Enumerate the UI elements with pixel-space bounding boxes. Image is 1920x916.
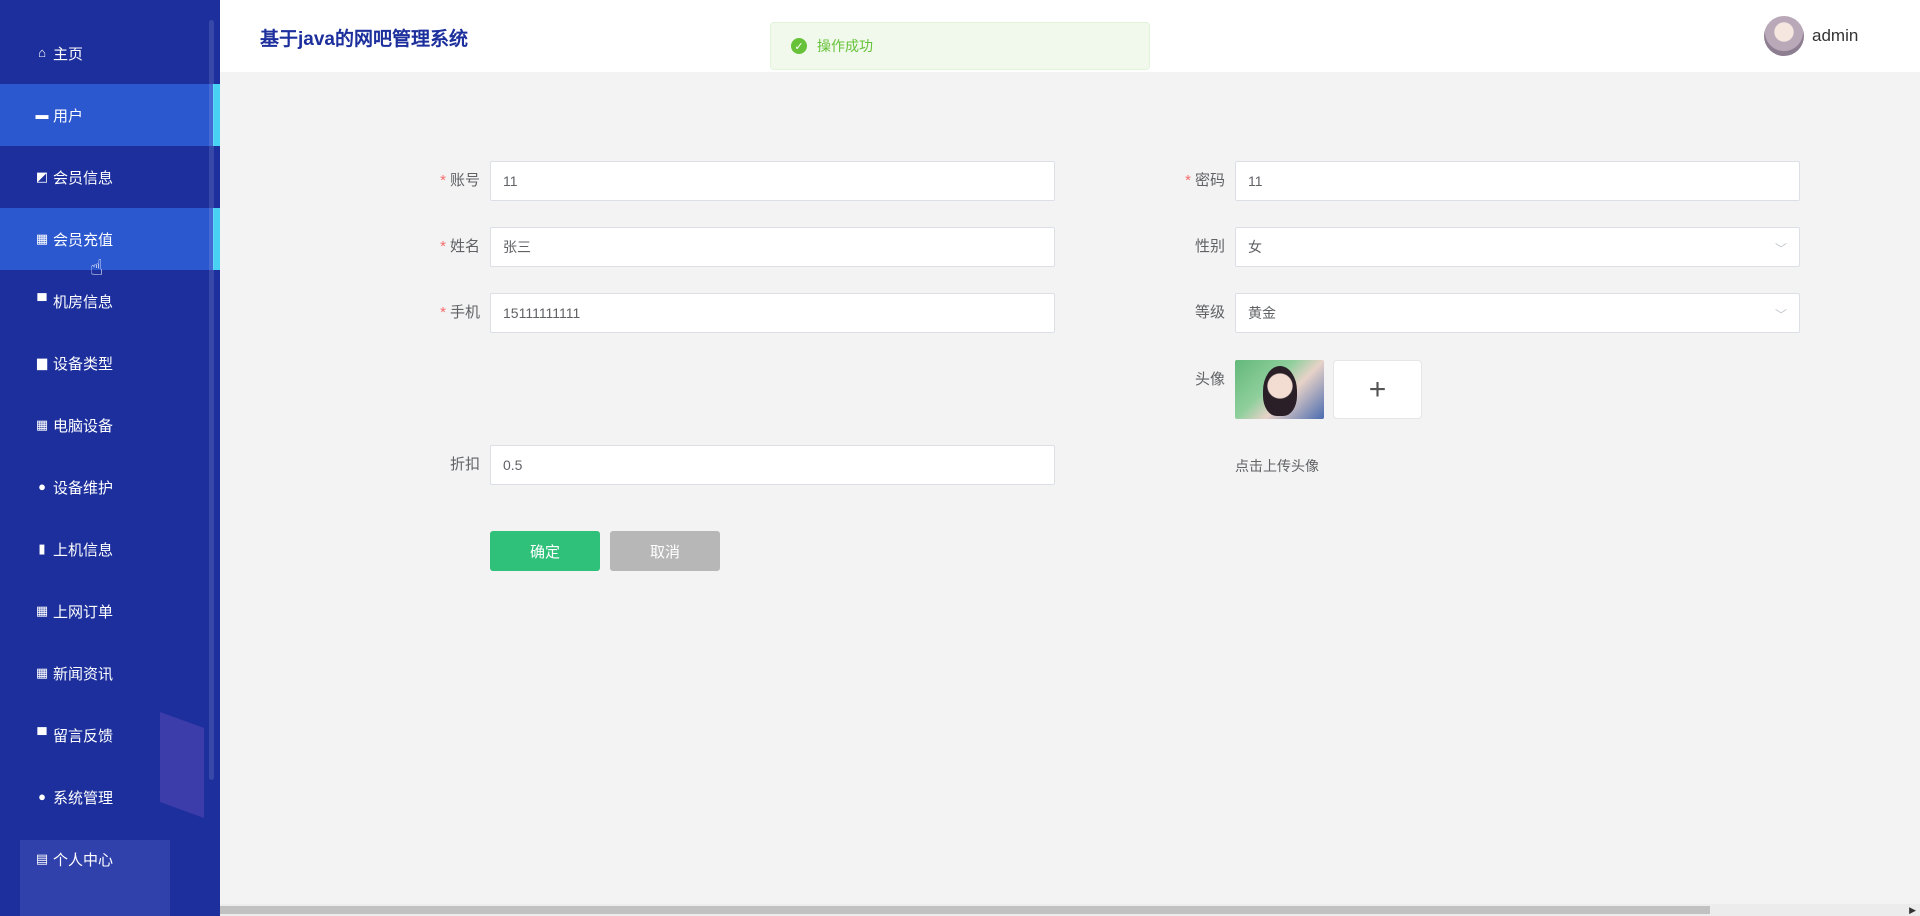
name-label: * 姓名 (440, 238, 480, 255)
discount-label: 折扣 (449, 456, 480, 473)
grid-icon: ▦ (35, 665, 49, 680)
upload-add-button[interactable]: + (1333, 360, 1422, 419)
sidebar-item[interactable]: ● 设备维护 (0, 456, 220, 518)
user-icon: ● (38, 789, 46, 804)
avatar-thumbnail[interactable] (1235, 360, 1324, 419)
avatar[interactable] (1764, 16, 1804, 56)
sidebar-item[interactable]: ▤ 个人中心 (0, 828, 220, 890)
scroll-right-icon[interactable]: ▶ (1909, 904, 1916, 916)
home-icon: ⌂ (38, 45, 46, 60)
grid-icon: ▦ (35, 417, 49, 432)
scrollbar-thumb[interactable] (220, 906, 1710, 914)
sidebar-item-label: 机房信息 (53, 293, 114, 311)
avatar-label: 头像 (1194, 371, 1225, 388)
sidebar-item[interactable]: ▀ 机房信息 (0, 270, 220, 332)
chevron-down-icon: ﹀ (1774, 242, 1787, 256)
gender-label: 性别 (1194, 238, 1225, 255)
sidebar-item[interactable]: ▮ 上机信息 (0, 518, 220, 580)
sidebar-item-label: 个人中心 (53, 851, 114, 869)
sidebar-item-label: 主页 (53, 45, 84, 63)
monitor-icon: ▀ (37, 293, 47, 308)
sidebar-item[interactable]: ⌂ 主页 (0, 22, 220, 84)
gender-select[interactable]: 女 ﹀ (1235, 227, 1800, 267)
sidebar-item-label: 设备类型 (53, 355, 114, 373)
sidebar-item-label: 会员信息 (53, 169, 114, 187)
sidebar-item[interactable]: ● 系统管理 (0, 766, 220, 828)
user-icon: ● (38, 479, 46, 494)
sidebar-item[interactable]: ◩ 会员信息 (0, 146, 220, 208)
sidebar-scrollbar[interactable] (209, 20, 214, 780)
toast-message: 操作成功 (817, 38, 873, 54)
avatar-photo (1263, 366, 1297, 416)
level-label: 等级 (1194, 304, 1225, 321)
briefcase-icon: ▆ (37, 355, 47, 370)
account-input[interactable] (490, 161, 1055, 201)
ticket-icon: ▬ (35, 107, 49, 122)
discount-input[interactable] (490, 445, 1055, 485)
level-value: 黄金 (1248, 305, 1276, 321)
sidebar-item[interactable]: ▦ 电脑设备 (0, 394, 220, 456)
cancel-button[interactable]: 取消 (610, 531, 720, 571)
required-mark: * (1185, 172, 1191, 189)
grid-icon: ▦ (35, 603, 49, 618)
username[interactable]: admin (1812, 26, 1858, 46)
sidebar-item-label: 设备维护 (53, 479, 114, 497)
sidebar-item[interactable]: ▦ 上网订单 (0, 580, 220, 642)
sidebar-item-label: 系统管理 (53, 789, 114, 807)
chart-icon: ◩ (35, 169, 49, 184)
calendar-icon: ▤ (35, 851, 49, 866)
monitor-icon: ▀ (37, 727, 47, 742)
confirm-button[interactable]: 确定 (490, 531, 600, 571)
sidebar-item-label: 电脑设备 (53, 417, 114, 435)
required-mark: * (440, 238, 446, 255)
password-input[interactable] (1235, 161, 1800, 201)
sidebar: ⌂ 主页 ▬ 用户 ◩ 会员信息 ▦ 会员充值 ▀ 机房信息 ▆ 设备类型 ▦ 电脑设备 ● 设备维护 ▮ 上机信… (0, 0, 220, 916)
phone-label: * 手机 (440, 304, 480, 321)
sidebar-item[interactable]: ▀ 留言反馈 (0, 704, 220, 766)
sidebar-item[interactable]: ▆ 设备类型 (0, 332, 220, 394)
required-mark: * (440, 172, 446, 189)
horizontal-scrollbar[interactable]: ▶ (220, 904, 1920, 916)
app-title: 基于java的网吧管理系统 (260, 29, 468, 50)
header: 基于java的网吧管理系统 ✓ 操作成功 admin (220, 0, 1920, 72)
chevron-down-icon: ﹀ (1774, 308, 1787, 322)
sidebar-item[interactable]: ▬ 用户 (0, 84, 220, 146)
account-label: * 账号 (440, 172, 480, 189)
phone-input[interactable] (490, 293, 1055, 333)
sidebar-item[interactable]: ▦ 会员充值 (0, 208, 220, 270)
name-input[interactable] (490, 227, 1055, 267)
sidebar-item[interactable]: ▦ 新闻资讯 (0, 642, 220, 704)
sidebar-item-label: 留言反馈 (53, 727, 114, 745)
check-circle-icon: ✓ (791, 38, 807, 54)
hand-cursor-icon: ☝ (90, 255, 104, 280)
success-toast: ✓ 操作成功 (770, 22, 1150, 70)
password-label: * 密码 (1185, 172, 1225, 189)
required-mark: * (440, 304, 446, 321)
grid-icon: ▦ (35, 231, 49, 246)
sidebar-item-label: 上网订单 (53, 603, 114, 621)
sidebar-item-label: 新闻资讯 (53, 665, 114, 683)
sidebar-item-label: 用户 (53, 107, 84, 125)
clipboard-icon: ▮ (38, 541, 46, 556)
sidebar-item-label: 上机信息 (53, 541, 114, 559)
level-select[interactable]: 黄金 ﹀ (1235, 293, 1800, 333)
gender-value: 女 (1248, 239, 1262, 255)
sidebar-item-label: 会员充值 (53, 231, 114, 249)
upload-hint[interactable]: 点击上传头像 (1235, 456, 1319, 476)
